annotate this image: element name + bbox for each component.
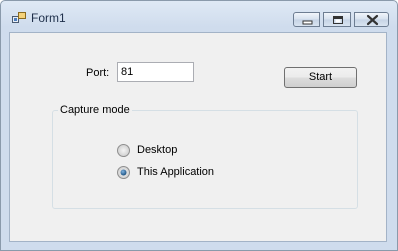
application-icon	[12, 12, 26, 23]
maximize-icon	[333, 16, 343, 24]
close-button[interactable]	[354, 12, 389, 27]
title-bar[interactable]: Form1	[1, 1, 397, 31]
close-icon	[366, 14, 379, 26]
app-window: Form1 Port: Start Capture mode	[0, 0, 398, 251]
radio-desktop-label: Desktop	[137, 144, 178, 156]
radio-checked-icon[interactable]	[117, 166, 130, 179]
minimize-button[interactable]	[293, 12, 320, 27]
capture-mode-legend: Capture mode	[58, 104, 132, 116]
start-button[interactable]: Start	[284, 67, 357, 88]
port-input[interactable]	[117, 62, 194, 82]
capture-mode-groupbox	[52, 110, 358, 209]
port-label: Port:	[86, 67, 110, 79]
radio-this-application-label: This Application	[137, 166, 215, 178]
form-client-area: Port: Start Capture mode Desktop	[9, 32, 387, 242]
minimize-icon	[302, 20, 313, 25]
radio-unchecked-icon[interactable]	[117, 144, 130, 157]
window-title: Form1	[31, 11, 66, 25]
maximize-button[interactable]	[323, 12, 351, 27]
